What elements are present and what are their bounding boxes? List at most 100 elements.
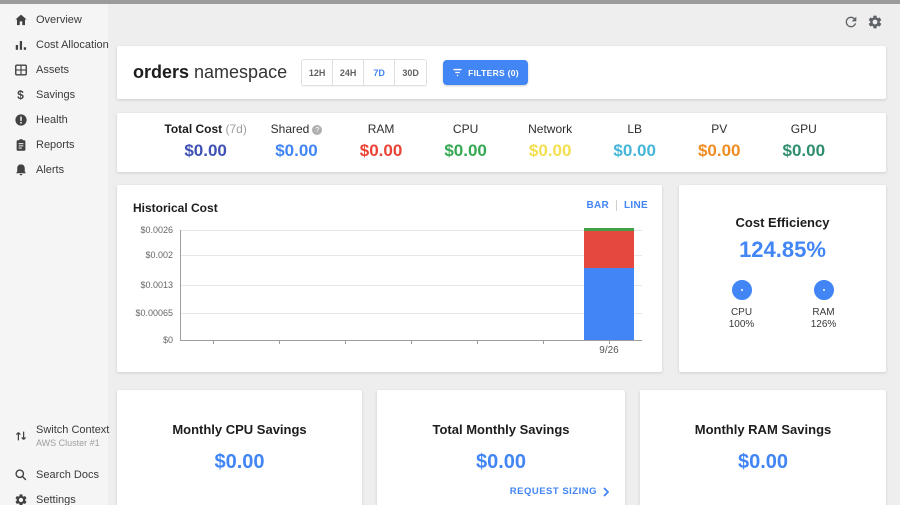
bar-chart-icon — [13, 37, 28, 52]
filters-button[interactable]: FILTERS (0) — [443, 60, 528, 85]
stat-network: Network $0.00 — [508, 122, 593, 172]
time-range-7d-button[interactable]: 7D — [364, 60, 395, 85]
sidebar-footer: Switch Context AWS Cluster #1 Search Doc… — [0, 419, 108, 505]
stat-label: Total Cost (7d) — [157, 122, 254, 136]
stat-total-cost: Total Cost (7d) $0.00 — [157, 122, 254, 172]
cpu-efficiency: CPU 100% — [712, 280, 772, 330]
sidebar-item-label: Reports — [36, 139, 75, 151]
efficiency-donuts: CPU 100% RAM 126% — [679, 280, 886, 330]
y-axis-tick-label: $0.00065 — [135, 308, 173, 318]
stat-label: LB — [592, 122, 677, 136]
sidebar-item-label: Search Docs — [36, 469, 99, 481]
savings-value: $0.00 — [377, 451, 625, 474]
sidebar-nav: Overview Cost Allocation Assets $ Saving… — [0, 4, 108, 182]
sidebar-item-settings[interactable]: Settings — [0, 487, 108, 505]
stat-pv: PV $0.00 — [677, 122, 762, 172]
sidebar-item-label: Assets — [36, 64, 69, 76]
monthly-ram-savings-card: Monthly RAM Savings $0.00 — [640, 390, 886, 505]
stat-value: $0.00 — [157, 141, 254, 161]
historical-cost-plot: $0 $0.00065 $0.0013 $0.002 $0.0026 9/26 — [117, 185, 662, 372]
time-range-12h-button[interactable]: 12H — [302, 60, 333, 85]
x-axis-tick — [543, 340, 544, 344]
sidebar-item-label: Switch Context — [36, 424, 109, 436]
x-axis-tick — [279, 340, 280, 344]
cluster-context-label: AWS Cluster #1 — [36, 438, 109, 448]
x-axis-tick — [213, 340, 214, 344]
monthly-cpu-savings-card: Monthly CPU Savings $0.00 — [117, 390, 362, 505]
namespace-name: orders — [133, 62, 189, 82]
stat-label: RAM — [339, 122, 424, 136]
request-sizing-link[interactable]: REQUEST SIZING — [510, 486, 609, 497]
namespace-type: namespace — [189, 62, 287, 82]
x-axis-tick — [609, 340, 610, 344]
y-axis-line — [180, 230, 181, 340]
y-axis-tick-label: $0.0026 — [140, 225, 173, 235]
sidebar-item-savings[interactable]: $ Savings — [0, 82, 108, 107]
stat-window-suffix: (7d) — [226, 122, 247, 136]
chart-gridline — [180, 313, 642, 314]
total-monthly-savings-card: Total Monthly Savings $0.00 REQUEST SIZI… — [377, 390, 625, 505]
dollar-icon: $ — [13, 87, 28, 102]
bar-segment-red[interactable] — [584, 231, 634, 268]
refresh-icon[interactable] — [843, 14, 859, 30]
filter-icon — [452, 68, 463, 77]
sidebar-item-switch-context[interactable]: Switch Context AWS Cluster #1 — [0, 419, 108, 453]
y-axis-tick-label: $0.002 — [145, 250, 173, 260]
savings-title: Monthly CPU Savings — [117, 422, 362, 437]
sidebar-item-alerts[interactable]: Alerts — [0, 157, 108, 182]
historical-cost-card: Historical Cost BAR LINE $0$0.00065$0.00… — [117, 185, 662, 372]
home-icon — [13, 12, 28, 27]
sidebar-item-health[interactable]: Health — [0, 107, 108, 132]
time-range-30d-button[interactable]: 30D — [395, 60, 426, 85]
gear-icon[interactable] — [867, 14, 883, 30]
sidebar-item-cost-allocation[interactable]: Cost Allocation — [0, 32, 108, 57]
x-axis-tick-label: 9/26 — [579, 345, 639, 356]
health-icon — [13, 112, 28, 127]
stat-value: $0.00 — [677, 141, 762, 161]
y-axis-tick-label: $0 — [163, 335, 173, 345]
x-axis-tick — [477, 340, 478, 344]
stat-ram: RAM $0.00 — [339, 122, 424, 172]
stat-value: $0.00 — [592, 141, 677, 161]
chevron-right-icon — [603, 487, 609, 497]
page-title: orders namespace — [133, 62, 287, 83]
time-range-group: 12H 24H 7D 30D — [301, 59, 427, 86]
help-icon[interactable] — [312, 125, 322, 135]
stat-label: GPU — [762, 122, 847, 136]
stat-label: Shared — [254, 122, 339, 136]
bar-segment-green[interactable] — [584, 228, 634, 231]
sidebar-item-overview[interactable]: Overview — [0, 7, 108, 32]
sidebar-item-reports[interactable]: Reports — [0, 132, 108, 157]
namespace-header-card: orders namespace 12H 24H 7D 30D FILTERS … — [117, 46, 886, 99]
cost-summary-card: Total Cost (7d) $0.00 Shared $0.00 RAM $… — [117, 113, 886, 172]
chart-gridline — [180, 255, 642, 256]
sidebar-item-label: Health — [36, 114, 68, 126]
ram-donut-chart — [814, 280, 834, 300]
sidebar-item-label: Settings — [36, 494, 76, 505]
x-axis-tick — [411, 340, 412, 344]
stat-value: $0.00 — [508, 141, 593, 161]
stat-value: $0.00 — [423, 141, 508, 161]
stat-lb: LB $0.00 — [592, 122, 677, 172]
stat-gpu: GPU $0.00 — [762, 122, 847, 172]
switch-arrows-icon — [13, 429, 28, 444]
chart-gridline — [180, 230, 642, 231]
stat-label: CPU — [423, 122, 508, 136]
clipboard-icon — [13, 137, 28, 152]
chart-gridline — [180, 285, 642, 286]
y-axis-tick-label: $0.0013 — [140, 280, 173, 290]
x-axis-tick — [345, 340, 346, 344]
sidebar-item-assets[interactable]: Assets — [0, 57, 108, 82]
search-icon — [13, 467, 28, 482]
stat-label: Network — [508, 122, 593, 136]
sidebar-item-search-docs[interactable]: Search Docs — [0, 462, 108, 487]
donut-percent: 126% — [794, 319, 854, 330]
stat-value: $0.00 — [339, 141, 424, 161]
savings-title: Monthly RAM Savings — [640, 422, 886, 437]
savings-value: $0.00 — [640, 451, 886, 474]
top-loading-strip — [0, 0, 900, 4]
bar-segment-blue[interactable] — [584, 268, 634, 340]
cost-efficiency-card: Cost Efficiency 124.85% CPU 100% RAM 126… — [679, 185, 886, 372]
time-range-24h-button[interactable]: 24H — [333, 60, 364, 85]
stat-shared: Shared $0.00 — [254, 122, 339, 172]
